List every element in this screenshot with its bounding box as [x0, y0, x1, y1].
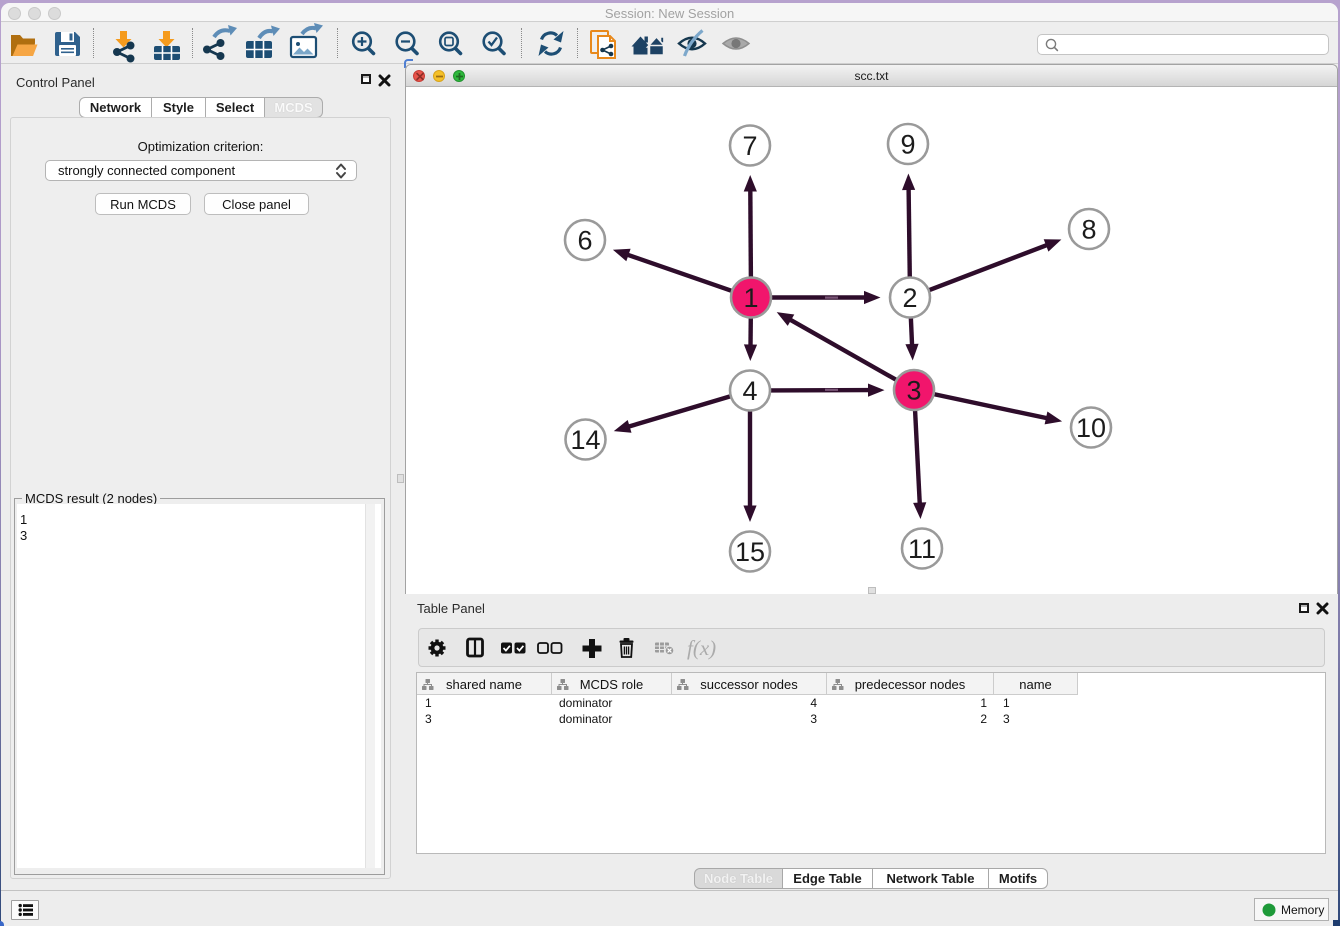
svg-text:8: 8	[1081, 215, 1096, 245]
svg-text:1: 1	[743, 283, 758, 313]
svg-text:11: 11	[908, 534, 936, 564]
svg-text:2: 2	[902, 283, 917, 313]
svg-text:f(x): f(x)	[687, 636, 716, 660]
svg-text:4: 4	[742, 376, 757, 406]
svg-text:6: 6	[577, 226, 592, 256]
svg-text:10: 10	[1076, 413, 1106, 443]
svg-text:15: 15	[735, 537, 765, 567]
svg-text:9: 9	[900, 130, 915, 160]
svg-text:7: 7	[742, 131, 757, 161]
svg-text:14: 14	[570, 425, 600, 455]
svg-text:3: 3	[906, 376, 921, 406]
